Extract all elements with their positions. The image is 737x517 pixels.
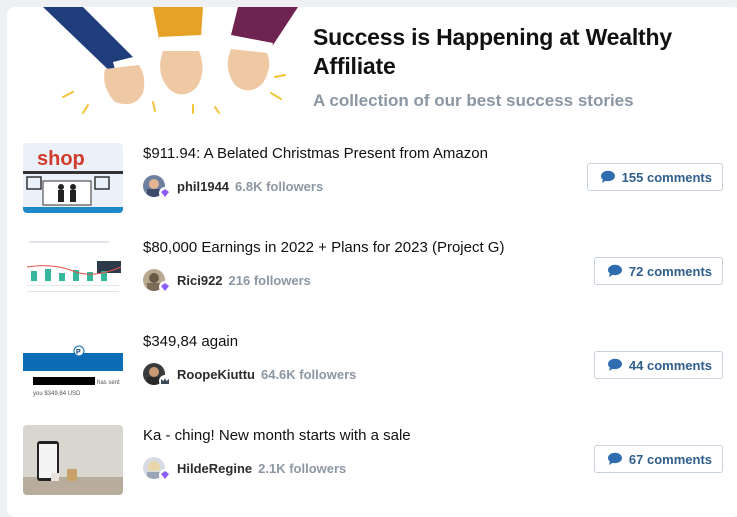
author-name[interactable]: HildeRegine — [177, 461, 252, 476]
comment-bubble-icon — [607, 452, 623, 466]
comment-bubble-icon — [607, 264, 623, 278]
comment-bubble-icon — [607, 358, 623, 372]
comments-count: 44 comments — [628, 357, 712, 373]
svg-text:P: P — [76, 349, 81, 356]
svg-text:you $349,84 USD: you $349,84 USD — [33, 391, 81, 397]
author-name[interactable]: phil1944 — [177, 179, 229, 194]
story-item: $80,000 Earnings in 2022 + Plans for 202… — [23, 237, 723, 311]
shop-thumb-text: shop — [37, 148, 85, 170]
svg-text:has sent: has sent — [97, 380, 120, 386]
comments-button[interactable]: 155 comments — [586, 163, 723, 191]
story-title[interactable]: $911.94: A Belated Christmas Present fro… — [143, 145, 488, 162]
comments-button[interactable]: 72 comments — [593, 257, 723, 285]
author-name[interactable]: Rici922 — [177, 273, 223, 288]
story-author: HildeRegine 2.1K followers — [143, 455, 346, 481]
success-stories-card: Success is Happening at Wealthy Affiliat… — [7, 7, 737, 517]
follower-count: 216 followers — [228, 272, 311, 288]
story-author: RoopeKiuttu 64.6K followers — [143, 361, 356, 387]
follower-count: 6.8K followers — [235, 178, 324, 194]
story-title[interactable]: $349,84 again — [143, 333, 238, 350]
crown-badge-icon — [159, 375, 171, 387]
page-subtitle: A collection of our best success stories — [313, 91, 634, 110]
story-thumbnail[interactable] — [23, 425, 123, 495]
comments-button[interactable]: 44 comments — [593, 351, 723, 379]
comments-count: 67 comments — [628, 451, 712, 467]
comments-count: 72 comments — [628, 263, 712, 279]
follower-count: 64.6K followers — [260, 366, 357, 382]
hands-illustration — [43, 7, 298, 114]
comments-count: 155 comments — [621, 169, 712, 185]
membership-badge-icon — [159, 469, 171, 481]
membership-badge-icon — [159, 281, 171, 293]
story-title[interactable]: Ka - ching! New month starts with a sale — [143, 427, 411, 444]
comments-button[interactable]: 67 comments — [593, 445, 723, 473]
comment-bubble-icon — [600, 170, 616, 184]
story-item: P has sent you $349,84 USD $349,84 again… — [23, 331, 723, 405]
story-thumbnail[interactable]: P has sent you $349,84 USD — [23, 331, 123, 401]
story-title[interactable]: $80,000 Earnings in 2022 + Plans for 202… — [143, 239, 504, 256]
membership-badge-icon — [159, 187, 171, 199]
story-item: shop $911.94: A Belated Christmas Presen… — [23, 143, 723, 217]
follower-count: 2.1K followers — [258, 460, 347, 476]
page-title: Success is Happening at Wealthy Affiliat… — [313, 24, 672, 79]
author-name[interactable]: RoopeKiuttu — [177, 367, 255, 382]
story-thumbnail[interactable] — [23, 237, 123, 307]
story-item: Ka - ching! New month starts with a sale… — [23, 425, 723, 499]
story-thumbnail[interactable]: shop — [23, 143, 123, 213]
